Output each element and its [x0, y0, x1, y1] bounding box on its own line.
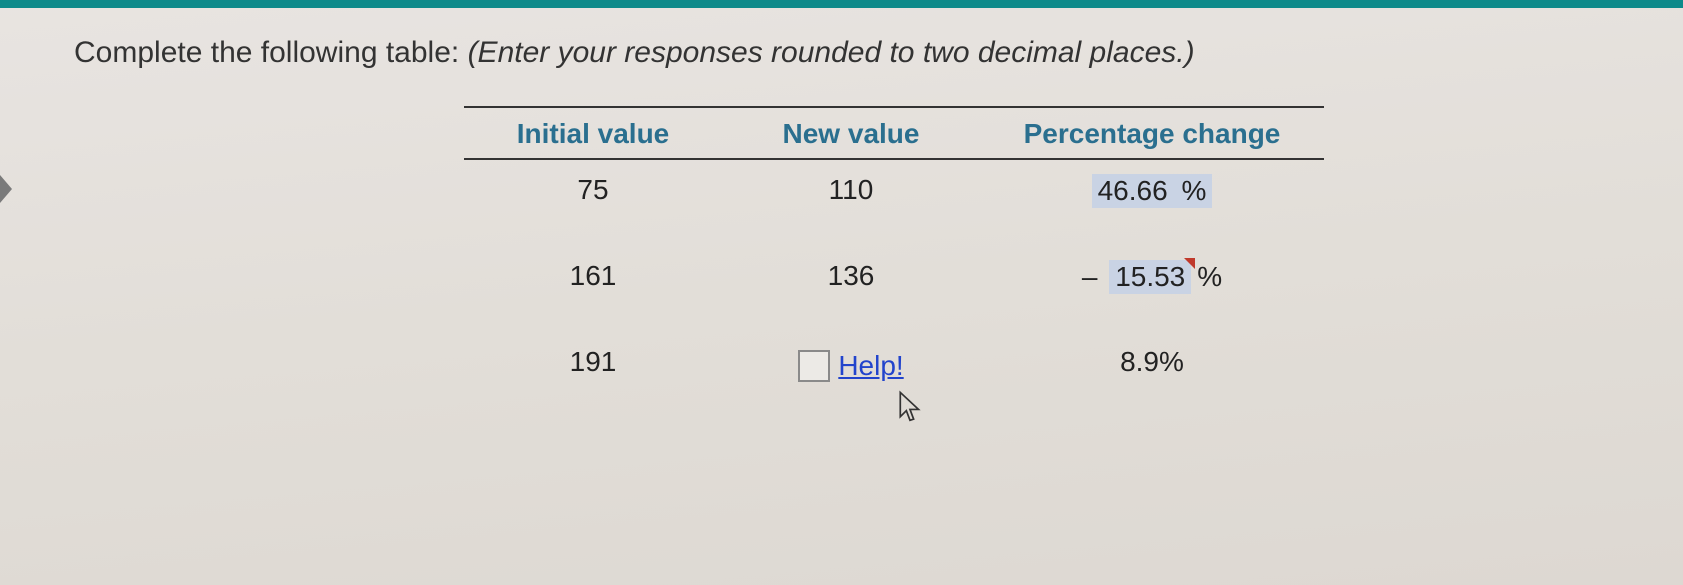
collapse-left-icon[interactable]	[0, 175, 12, 203]
data-table: Initial value New value Percentage chang…	[464, 114, 1324, 154]
cell-pct: 8.9%	[980, 340, 1324, 388]
help-link[interactable]: Help!	[838, 350, 903, 382]
answer-value: 8.9%	[1120, 346, 1184, 377]
table-rule-top	[464, 106, 1324, 108]
instruction-italic: (Enter your responses rounded to two dec…	[468, 36, 1195, 69]
table-row: 75 110 46.66 %	[464, 168, 1324, 254]
answer-highlight: 15.53	[1109, 260, 1191, 294]
percent-sign: %	[1197, 261, 1222, 292]
header-new-value: New value	[722, 114, 980, 154]
header-percentage-change: Percentage change	[980, 114, 1324, 154]
app-top-accent	[0, 0, 1683, 8]
question-content: Complete the following table: (Enter you…	[0, 8, 1683, 388]
cell-initial: 75	[464, 168, 722, 254]
minus-sign: –	[1082, 261, 1105, 292]
instruction-text: Complete the following table: (Enter you…	[74, 36, 1683, 70]
answer-highlight: 46.66 %	[1092, 174, 1213, 208]
instruction-prefix: Complete the following table:	[74, 36, 468, 69]
cell-initial: 161	[464, 254, 722, 340]
cell-newval: 136	[722, 254, 980, 340]
table-rule-header	[464, 158, 1324, 160]
percent-sign: %	[1181, 175, 1206, 206]
table-row: 161 136 – 15.53%	[464, 254, 1324, 340]
cell-newval-input: Help!	[722, 340, 980, 388]
cell-pct: 46.66 %	[980, 168, 1324, 254]
table-header-row: Initial value New value Percentage chang…	[464, 114, 1324, 154]
answer-value: 46.66	[1098, 175, 1168, 206]
answer-value: 15.53	[1115, 261, 1185, 292]
header-initial-value: Initial value	[464, 114, 722, 154]
mouse-cursor-icon	[897, 390, 923, 429]
data-table-wrap: Initial value New value Percentage chang…	[464, 106, 1324, 388]
data-table-body: 75 110 46.66 % 161 136 – 15.53%	[464, 168, 1324, 388]
table-row: 191 Help! 8.9%	[464, 340, 1324, 388]
cell-newval: 110	[722, 168, 980, 254]
new-value-input[interactable]	[798, 350, 830, 382]
cell-pct: – 15.53%	[980, 254, 1324, 340]
cell-initial: 191	[464, 340, 722, 388]
